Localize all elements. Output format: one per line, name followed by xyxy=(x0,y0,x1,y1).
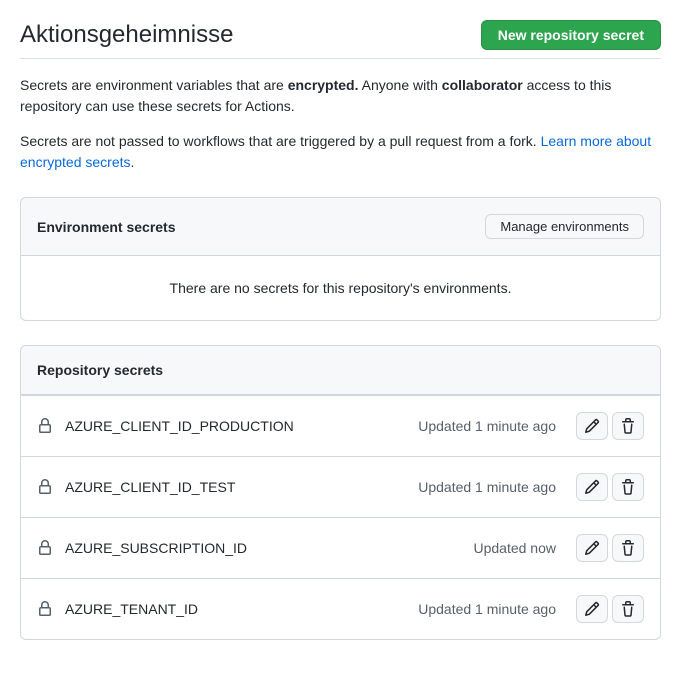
intro-collaborator: collaborator xyxy=(442,77,523,93)
delete-secret-button[interactable] xyxy=(612,534,644,562)
pencil-icon xyxy=(584,479,600,495)
secret-updated: Updated 1 minute ago xyxy=(418,479,556,495)
intro-encrypted: encrypted. xyxy=(288,77,359,93)
delete-secret-button[interactable] xyxy=(612,412,644,440)
secret-name: AZURE_CLIENT_ID_TEST xyxy=(65,479,418,495)
environment-secrets-heading: Environment secrets xyxy=(37,219,176,235)
secret-row: AZURE_CLIENT_ID_PRODUCTIONUpdated 1 minu… xyxy=(21,395,660,456)
edit-secret-button[interactable] xyxy=(576,412,608,440)
intro-text: Secrets are not passed to workflows that… xyxy=(20,133,541,149)
pencil-icon xyxy=(584,540,600,556)
trash-icon xyxy=(620,540,636,556)
edit-secret-button[interactable] xyxy=(576,534,608,562)
pencil-icon xyxy=(584,601,600,617)
lock-icon xyxy=(37,479,53,495)
environment-secrets-box: Environment secrets Manage environments … xyxy=(20,197,661,321)
secret-lock-icon xyxy=(37,418,65,434)
secret-updated: Updated now xyxy=(473,540,556,556)
edit-secret-button[interactable] xyxy=(576,595,608,623)
lock-icon xyxy=(37,418,53,434)
secret-name: AZURE_TENANT_ID xyxy=(65,601,418,617)
intro-text: Secrets are environment variables that a… xyxy=(20,77,288,93)
pencil-icon xyxy=(584,418,600,434)
lock-icon xyxy=(37,601,53,617)
intro-text: Anyone with xyxy=(359,77,442,93)
trash-icon xyxy=(620,601,636,617)
lock-icon xyxy=(37,540,53,556)
intro-paragraph-1: Secrets are environment variables that a… xyxy=(20,75,661,117)
trash-icon xyxy=(620,418,636,434)
secret-updated: Updated 1 minute ago xyxy=(418,601,556,617)
intro-text: . xyxy=(131,154,135,170)
secret-row: AZURE_TENANT_IDUpdated 1 minute ago xyxy=(21,578,660,639)
secret-lock-icon xyxy=(37,601,65,617)
secret-lock-icon xyxy=(37,540,65,556)
environment-secrets-empty: There are no secrets for this repository… xyxy=(21,256,660,320)
trash-icon xyxy=(620,479,636,495)
secret-updated: Updated 1 minute ago xyxy=(418,418,556,434)
repository-secrets-box: Repository secrets AZURE_CLIENT_ID_PRODU… xyxy=(20,345,661,640)
secret-row: AZURE_SUBSCRIPTION_IDUpdated now xyxy=(21,517,660,578)
secret-name: AZURE_SUBSCRIPTION_ID xyxy=(65,540,473,556)
repository-secrets-heading: Repository secrets xyxy=(37,362,163,378)
secret-lock-icon xyxy=(37,479,65,495)
secret-row: AZURE_CLIENT_ID_TESTUpdated 1 minute ago xyxy=(21,456,660,517)
delete-secret-button[interactable] xyxy=(612,595,644,623)
manage-environments-button[interactable]: Manage environments xyxy=(485,214,644,239)
new-repository-secret-button[interactable]: New repository secret xyxy=(481,20,661,50)
delete-secret-button[interactable] xyxy=(612,473,644,501)
secret-name: AZURE_CLIENT_ID_PRODUCTION xyxy=(65,418,418,434)
intro-paragraph-2: Secrets are not passed to workflows that… xyxy=(20,131,661,173)
page-title: Aktionsgeheimnisse xyxy=(20,21,233,49)
edit-secret-button[interactable] xyxy=(576,473,608,501)
